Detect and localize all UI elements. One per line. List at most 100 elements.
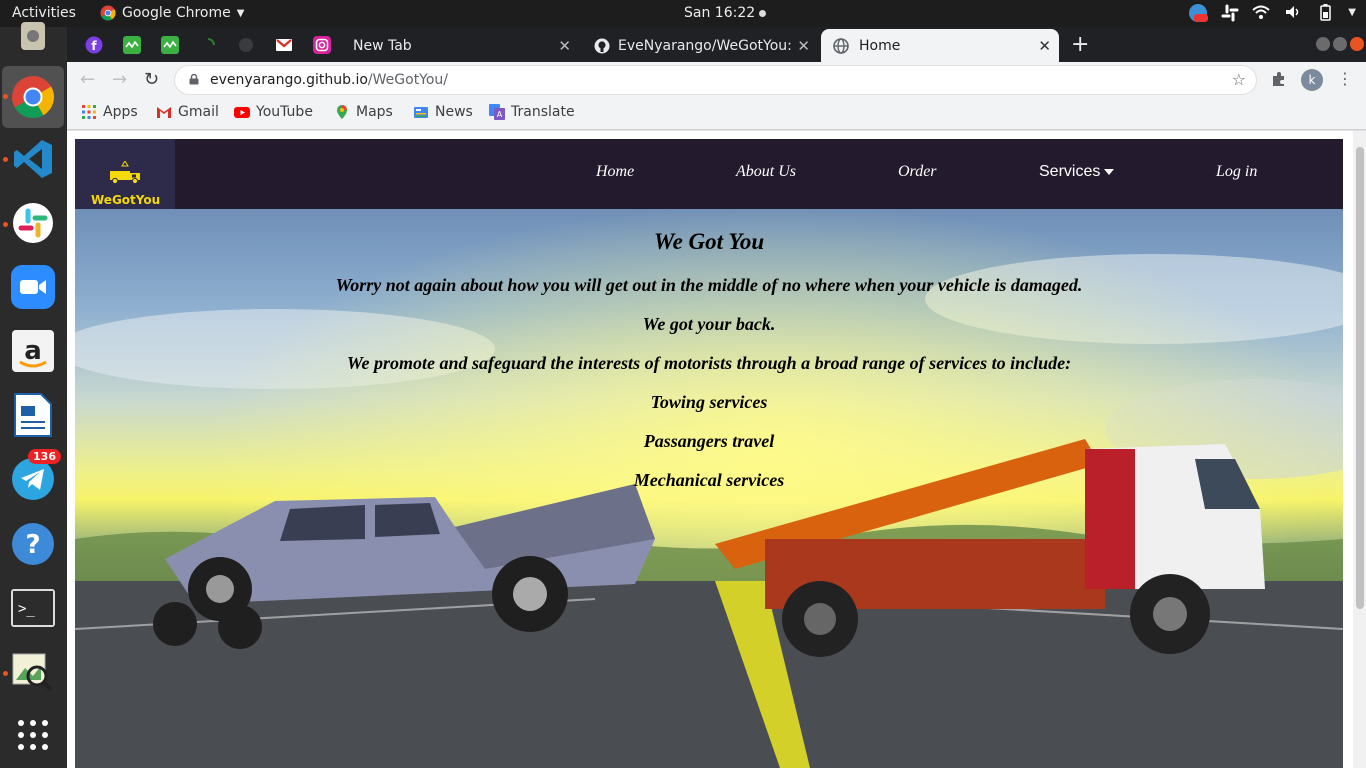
page-viewport: WeGotYou Home About Us Order Services Lo…: [67, 131, 1366, 768]
document-writer-icon: [14, 393, 52, 437]
close-tab-icon[interactable]: ✕: [1038, 37, 1051, 55]
scrollbar-thumb[interactable]: [1356, 147, 1364, 609]
dock-image-viewer[interactable]: [9, 648, 57, 696]
maximize-window-icon[interactable]: [1333, 37, 1347, 51]
minimize-window-icon[interactable]: [1316, 37, 1330, 51]
running-indicator-icon: [3, 671, 8, 676]
clock[interactable]: San 16:22: [684, 5, 767, 21]
new-tab-button[interactable]: +: [1071, 32, 1089, 57]
bookmark-star-icon[interactable]: ☆: [1232, 70, 1246, 89]
tab-github[interactable]: EveNyarango/WeGotYou: ✕: [582, 29, 818, 62]
tab-new-tab[interactable]: New Tab ✕: [341, 29, 579, 62]
url-text: evenyarango.github.io/WeGotYou/: [210, 72, 448, 88]
forward-arrow-icon[interactable]: →: [112, 69, 127, 90]
bookmark-gmail[interactable]: Gmail: [156, 104, 219, 120]
nav-order[interactable]: Order: [898, 163, 937, 181]
service-item-passengers: Passangers travel: [643, 431, 775, 451]
nav-services-label: Services: [1039, 163, 1101, 180]
pinned-tab-facebook[interactable]: f: [85, 36, 103, 54]
terminal-icon: >_: [11, 589, 55, 627]
image-viewer-icon: [12, 653, 53, 692]
tab-label: Home: [859, 37, 901, 54]
help-icon: ?: [12, 523, 54, 565]
close-tab-icon[interactable]: ✕: [558, 37, 571, 55]
nav-services-dropdown[interactable]: Services: [1039, 163, 1115, 181]
pinned-tab-app-4[interactable]: [237, 36, 255, 54]
chrome-menu-icon[interactable]: ⋮: [1337, 69, 1353, 88]
dock-telegram[interactable]: 136: [9, 449, 61, 503]
slack-tray-icon[interactable]: [1220, 3, 1239, 22]
pinned-tab-app-1[interactable]: [123, 36, 141, 54]
back-arrow-icon[interactable]: ←: [80, 69, 95, 90]
bookmark-apps[interactable]: Apps: [81, 104, 138, 120]
gmail-icon: [157, 107, 171, 118]
service-item-mechanical: Mechanical services: [633, 470, 785, 490]
svg-text:>_: >_: [18, 601, 35, 617]
chrome-icon: [12, 76, 55, 119]
profile-avatar[interactable]: k: [1301, 69, 1323, 91]
pinned-tab-instagram[interactable]: [313, 36, 331, 54]
dock-scanner-app[interactable]: [9, 19, 57, 55]
dock: a 136 ? >_: [0, 22, 67, 768]
running-indicator-icon: [3, 222, 8, 227]
chevron-down-icon: ▼: [236, 7, 245, 19]
extensions-puzzle-icon[interactable]: [1271, 71, 1287, 91]
telegram-badge: 136: [28, 449, 61, 464]
bookmark-translate[interactable]: A Translate: [489, 104, 575, 120]
gmail-icon: [276, 39, 292, 51]
dock-terminal[interactable]: >_: [9, 584, 57, 632]
battery-icon[interactable]: [1316, 3, 1334, 21]
url-host: evenyarango.github.io: [210, 72, 368, 88]
bookmark-label: News: [435, 104, 473, 120]
bookmarks-bar: Apps Gmail YouTube Maps News A Translate: [67, 98, 1366, 130]
running-indicator-icon: [3, 94, 8, 99]
vscode-icon: [14, 140, 52, 178]
dock-writer[interactable]: [9, 391, 57, 439]
tow-truck-logo-icon: [110, 161, 140, 185]
page-scrollbar[interactable]: [1353, 131, 1366, 768]
nav-log-in[interactable]: Log in: [1216, 163, 1257, 181]
close-window-icon[interactable]: [1350, 37, 1364, 51]
reload-icon[interactable]: ↻: [144, 69, 159, 90]
pinned-tab-app-2[interactable]: [161, 36, 179, 54]
bookmark-youtube[interactable]: YouTube: [234, 104, 313, 120]
dock-help[interactable]: ?: [9, 520, 57, 568]
volume-icon[interactable]: [1284, 3, 1302, 21]
dock-chrome[interactable]: [2, 66, 64, 128]
svg-text:a: a: [24, 336, 42, 366]
app-menu[interactable]: Google Chrome ▼: [100, 5, 244, 21]
browser-toolbar: ← → ↻ evenyarango.github.io/WeGotYou/ ☆ …: [67, 62, 1366, 98]
browser-window: f New Tab ✕ EveNyarango/WeGotYou: ✕ Home…: [67, 27, 1366, 768]
dock-vscode[interactable]: [9, 135, 57, 183]
show-applications-button[interactable]: [9, 711, 57, 759]
dock-zoom[interactable]: [9, 263, 57, 311]
pinned-tab-gmail[interactable]: [275, 36, 293, 54]
address-bar[interactable]: evenyarango.github.io/WeGotYou/ ☆: [174, 65, 1257, 95]
instagram-icon: [313, 36, 331, 54]
caret-down-icon: [1104, 168, 1115, 175]
dock-amazon[interactable]: a: [9, 327, 57, 375]
bookmark-maps[interactable]: Maps: [334, 104, 393, 120]
bookmark-label: Apps: [103, 104, 138, 120]
hero-line-worry: Worry not again about how you will get o…: [335, 275, 1083, 295]
update-notifier-icon[interactable]: [1188, 3, 1209, 22]
website: WeGotYou Home About Us Order Services Lo…: [75, 139, 1343, 768]
zoom-icon: [11, 265, 55, 309]
tab-label: New Tab: [353, 37, 412, 54]
wifi-icon[interactable]: [1252, 3, 1270, 21]
system-menu-chevron-icon[interactable]: ▼: [1348, 7, 1356, 18]
pinned-tab-app-3[interactable]: [199, 36, 217, 54]
nav-about-us[interactable]: About Us: [736, 163, 796, 181]
bookmark-news[interactable]: News: [413, 104, 473, 120]
close-tab-icon[interactable]: ✕: [797, 37, 810, 55]
site-logo[interactable]: WeGotYou: [75, 139, 175, 209]
nav-home[interactable]: Home: [596, 163, 634, 181]
amazon-icon: a: [12, 330, 54, 372]
tab-strip: f New Tab ✕ EveNyarango/WeGotYou: ✕ Home…: [67, 27, 1366, 62]
tab-home[interactable]: Home ✕: [821, 29, 1059, 62]
dock-slack[interactable]: [9, 199, 57, 247]
bookmark-label: Gmail: [178, 104, 219, 120]
svg-text:A: A: [497, 110, 503, 119]
app-grid-icon: [18, 720, 48, 750]
system-tray[interactable]: ▼: [1188, 3, 1356, 22]
